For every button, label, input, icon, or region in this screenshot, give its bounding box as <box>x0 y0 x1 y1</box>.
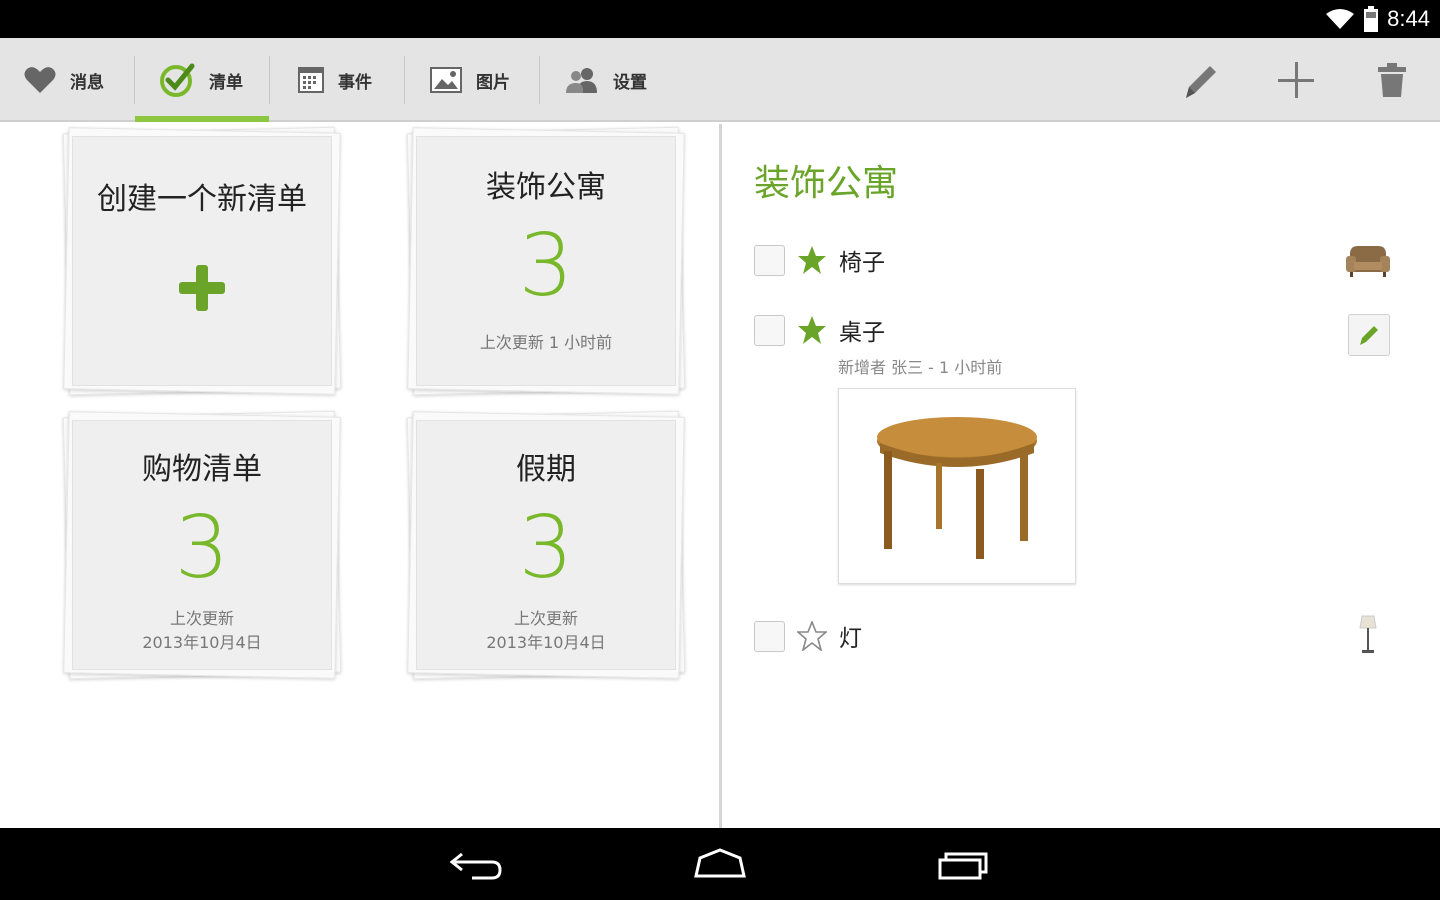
table-image <box>877 417 1037 559</box>
card-face: 假期 3 上次更新 2013年10月4日 <box>416 420 676 670</box>
list-card[interactable]: 购物清单 3 上次更新 2013年10月4日 <box>62 410 342 680</box>
navigation-bar <box>0 828 1440 900</box>
people-icon <box>566 68 597 93</box>
item-checkbox[interactable] <box>754 244 785 276</box>
tab-label: 事件 <box>338 72 372 93</box>
lamp-icon <box>1359 615 1377 653</box>
list-item: 椅子 <box>754 240 885 280</box>
tab-events[interactable]: 事件 <box>274 38 404 122</box>
list-card[interactable]: 假期 3 上次更新 2013年10月4日 <box>406 410 686 680</box>
edit-icon <box>1360 326 1378 345</box>
armchair-icon <box>1346 246 1390 277</box>
edit-button[interactable] <box>1176 56 1224 104</box>
list-item: 灯 <box>754 616 862 656</box>
battery-icon <box>1364 6 1379 32</box>
trash-icon <box>1378 63 1406 97</box>
last-updated-label: 上次更新 <box>513 609 578 628</box>
tab-messages[interactable]: 消息 <box>0 38 134 122</box>
tab-label: 消息 <box>70 72 104 93</box>
check-circle-icon <box>160 63 195 97</box>
tab-label: 图片 <box>476 72 510 93</box>
item-photo[interactable] <box>838 388 1076 584</box>
last-updated-label: 上次更新 <box>169 609 234 628</box>
card-title: 创建一个新清单 <box>97 182 307 217</box>
last-updated-date: 2013年10月4日 <box>142 633 262 652</box>
tab-lists[interactable]: 清单 <box>135 38 269 122</box>
item-count: 3 <box>518 216 574 316</box>
item-count: 3 <box>518 498 574 598</box>
card-title: 购物清单 <box>142 452 262 487</box>
clock: 8:44 <box>1387 6 1430 31</box>
recents-button[interactable] <box>934 844 994 884</box>
item-checkbox[interactable] <box>754 314 785 346</box>
item-label[interactable]: 桌子 <box>839 313 885 347</box>
delete-button[interactable] <box>1368 56 1416 104</box>
add-button[interactable] <box>1272 56 1320 104</box>
edit-item-button[interactable] <box>1348 314 1390 356</box>
tab-divider <box>404 56 405 104</box>
wifi-icon <box>1326 9 1355 29</box>
star-filled-icon[interactable] <box>797 245 827 275</box>
tab-settings[interactable]: 设置 <box>541 38 681 122</box>
plus-icon <box>179 265 225 311</box>
star-filled-icon[interactable] <box>797 315 827 345</box>
item-label[interactable]: 灯 <box>839 619 862 653</box>
tab-label: 设置 <box>613 72 647 93</box>
card-title: 假期 <box>516 452 576 487</box>
item-thumbnail[interactable] <box>1346 612 1390 656</box>
status-bar: 8:44 <box>0 0 1440 38</box>
item-thumbnail[interactable] <box>1346 238 1390 282</box>
list-title: 装饰公寓 <box>754 163 899 204</box>
plus-icon <box>1278 62 1314 98</box>
new-list-card[interactable]: 创建一个新清单 <box>62 126 342 396</box>
action-bar: 消息 清单 事件 图片 设置 <box>0 38 1440 122</box>
card-title: 装饰公寓 <box>486 170 606 205</box>
last-updated-date: 2013年10月4日 <box>486 633 606 652</box>
lists-grid: 创建一个新清单 装饰公寓 3 上次更新 1 小时前 购物清单 3 上次更新 20… <box>0 124 720 828</box>
back-icon <box>449 852 502 880</box>
star-outline-icon[interactable] <box>797 621 827 651</box>
back-button[interactable] <box>446 844 506 884</box>
tab-divider <box>539 56 540 104</box>
card-face: 创建一个新清单 <box>72 136 332 386</box>
pencil-icon <box>1186 66 1216 98</box>
last-updated: 上次更新 1 小时前 <box>479 333 613 352</box>
picture-icon <box>430 67 462 93</box>
recents-icon <box>938 852 988 880</box>
calendar-icon <box>298 67 324 93</box>
item-checkbox[interactable] <box>754 620 785 652</box>
list-item: 桌子 <box>754 310 885 350</box>
card-face: 购物清单 3 上次更新 2013年10月4日 <box>72 420 332 670</box>
item-label[interactable]: 椅子 <box>839 243 885 277</box>
card-face: 装饰公寓 3 上次更新 1 小时前 <box>416 136 676 386</box>
item-meta: 新增者 张三 - 1 小时前 <box>838 358 1003 377</box>
tab-label: 清单 <box>209 72 243 93</box>
home-button[interactable] <box>690 844 750 884</box>
tab-pictures[interactable]: 图片 <box>406 38 538 122</box>
list-card[interactable]: 装饰公寓 3 上次更新 1 小时前 <box>406 126 686 396</box>
tab-divider <box>269 56 270 104</box>
list-detail: 装饰公寓 椅子 桌子 新增者 张三 - 1 小时前 灯 <box>722 124 1440 828</box>
heart-icon <box>24 67 56 93</box>
item-count: 3 <box>174 498 230 598</box>
home-icon <box>694 848 746 878</box>
